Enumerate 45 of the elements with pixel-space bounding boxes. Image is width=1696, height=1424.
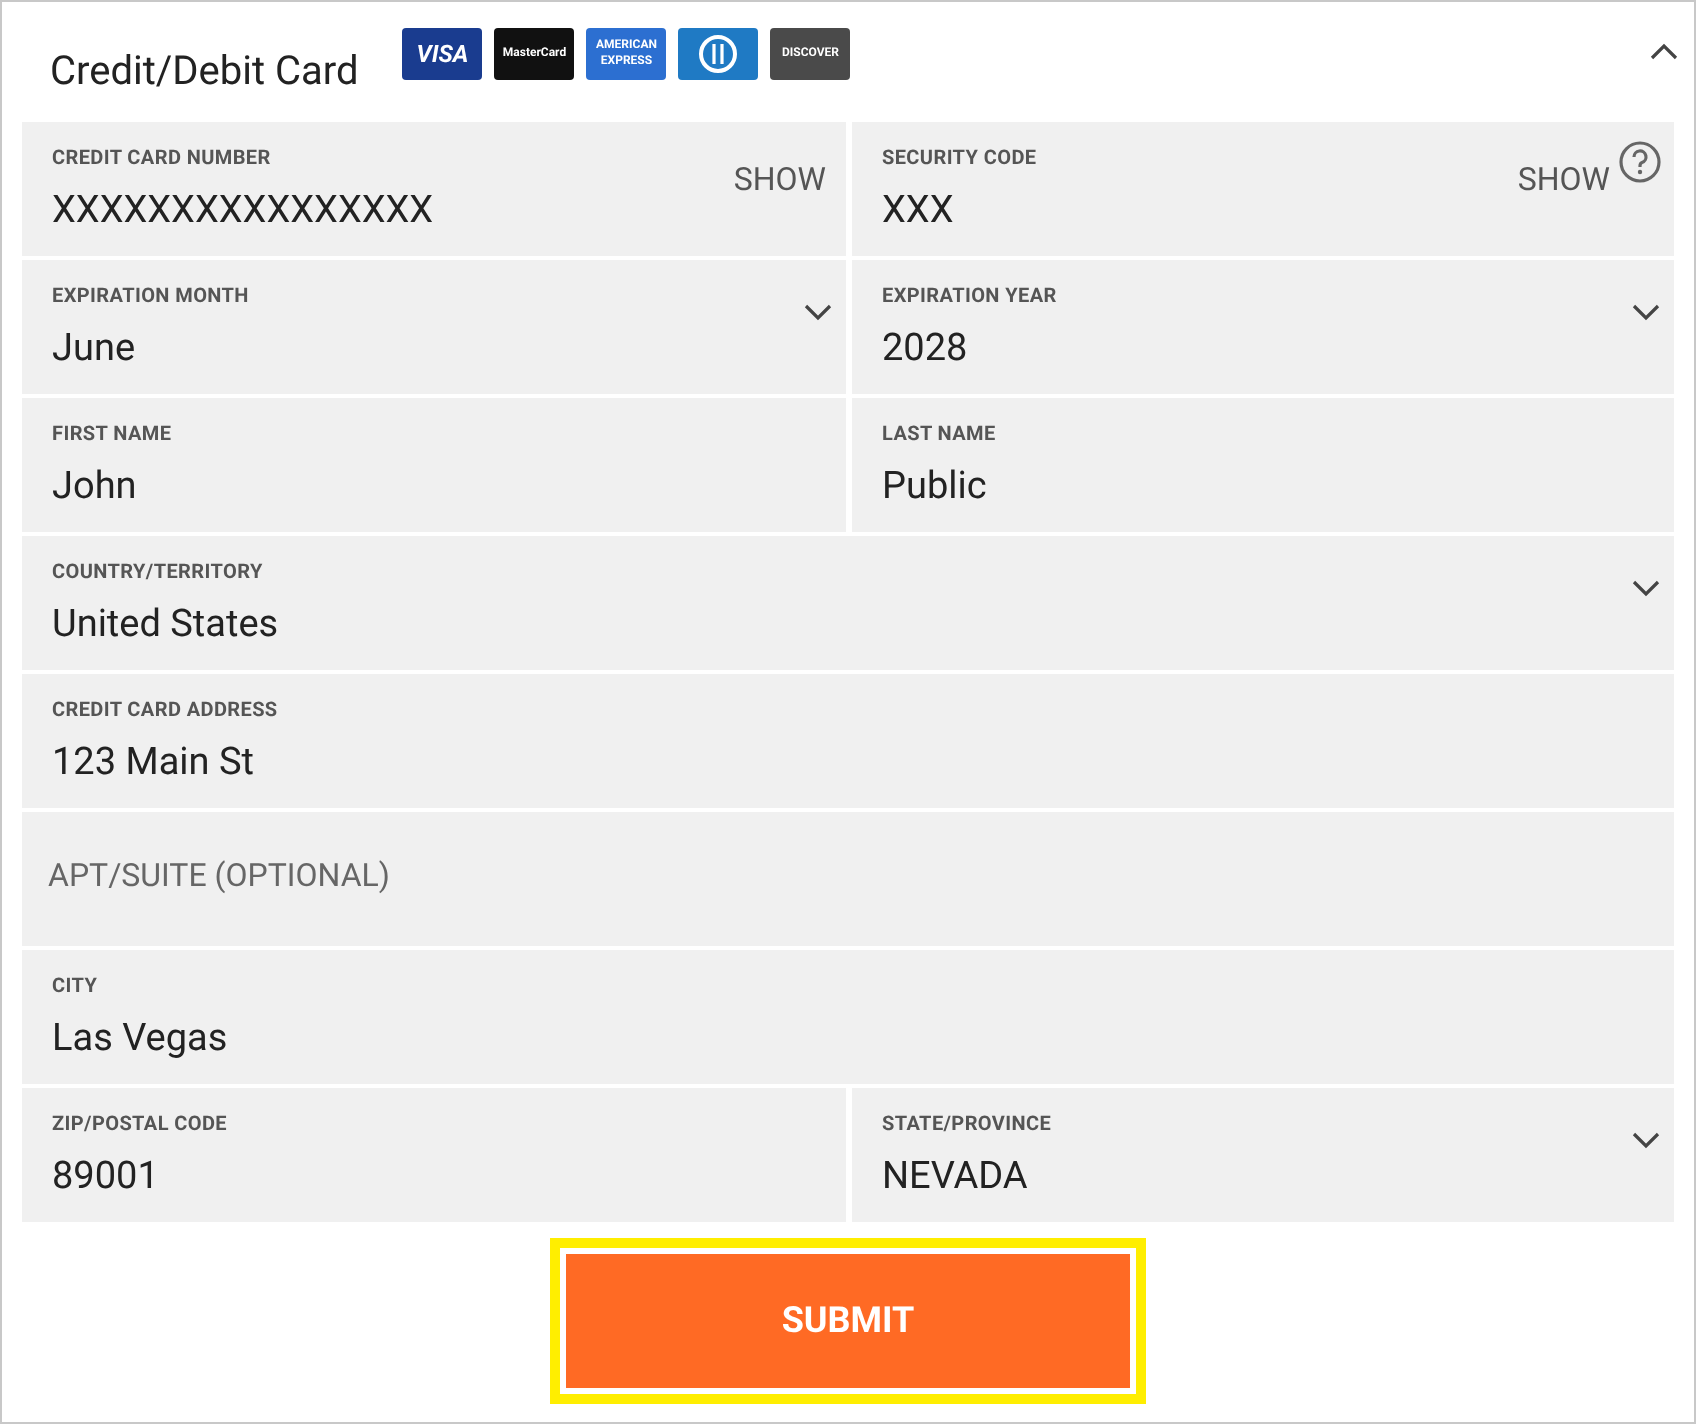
field-value: Las Vegas xyxy=(52,1016,230,1060)
field-value: United States xyxy=(52,602,281,646)
input-field[interactable]: FIRST NAME John xyxy=(22,398,846,532)
select-field[interactable]: STATE/PROVINCE NEVADA xyxy=(852,1088,1674,1222)
field-value: 2028 xyxy=(882,326,970,370)
input-field[interactable]: SECURITY CODE XXX SHOW xyxy=(852,122,1674,256)
select-field[interactable]: EXPIRATION YEAR 2028 xyxy=(852,260,1674,394)
show-link[interactable]: SHOW xyxy=(1517,156,1610,204)
field-label: SECURITY CODE xyxy=(882,148,1039,172)
field-label: FIRST NAME xyxy=(52,424,174,448)
field-value: 123 Main St xyxy=(52,740,256,784)
chevron-down-icon xyxy=(804,304,832,322)
field-label: ZIP/POSTAL CODE xyxy=(52,1114,229,1138)
field-label: CREDIT CARD NUMBER xyxy=(52,148,273,172)
chevron-down-icon xyxy=(1632,580,1660,598)
chevron-up-icon xyxy=(1650,42,1678,60)
field-value: XXXXXXXXXXXXXXXX xyxy=(52,188,436,232)
field-label: EXPIRATION MONTH xyxy=(52,286,251,310)
field-label: CREDIT CARD ADDRESS xyxy=(52,700,280,724)
input-field[interactable]: CREDIT CARD NUMBER XXXXXXXXXXXXXXXX SHOW xyxy=(22,122,846,256)
field-value: June xyxy=(52,326,138,370)
help-icon[interactable] xyxy=(1618,140,1662,184)
field-label: EXPIRATION YEAR xyxy=(882,286,1059,310)
section-title: Credit/Debit Card xyxy=(50,44,359,98)
select-field[interactable]: COUNTRY/TERRITORY United States xyxy=(22,536,1674,670)
field-placeholder: APT/SUITE (OPTIONAL) xyxy=(48,854,392,898)
field-value: Public xyxy=(882,464,989,508)
field-value: 89001 xyxy=(52,1154,161,1198)
field-value: XXX xyxy=(882,188,956,232)
field-label: COUNTRY/TERRITORY xyxy=(52,562,265,586)
input-field[interactable]: ZIP/POSTAL CODE 89001 xyxy=(22,1088,846,1222)
field-label: CITY xyxy=(52,976,100,1000)
field-label: STATE/PROVINCE xyxy=(882,1114,1054,1138)
field-value: John xyxy=(52,464,139,508)
select-field[interactable]: EXPIRATION MONTH June xyxy=(22,260,846,394)
chevron-down-icon xyxy=(1632,304,1660,322)
input-field[interactable]: CREDIT CARD ADDRESS 123 Main St xyxy=(22,674,1674,808)
input-field[interactable]: APT/SUITE (OPTIONAL) xyxy=(22,812,1674,946)
chevron-down-icon xyxy=(1632,1132,1660,1150)
field-label: LAST NAME xyxy=(882,424,998,448)
input-field[interactable]: LAST NAME Public xyxy=(852,398,1674,532)
show-link[interactable]: SHOW xyxy=(733,156,826,204)
card-logo: VISA xyxy=(402,28,483,80)
field-value: NEVADA xyxy=(882,1154,1030,1198)
input-field[interactable]: CITY Las Vegas xyxy=(22,950,1674,1084)
